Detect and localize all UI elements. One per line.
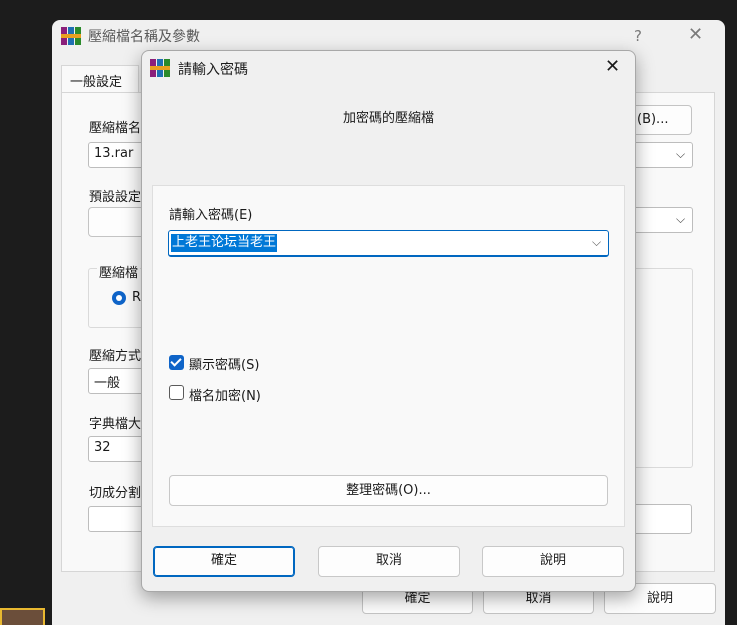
dialog-heading: 加密碼的壓縮檔 [342, 111, 434, 126]
format-rar-radio[interactable] [112, 291, 126, 305]
format-rar-label: R [132, 290, 142, 305]
dict-size-label: 字典檔大 [89, 417, 142, 432]
close-icon[interactable]: ✕ [605, 56, 620, 77]
format-group-label: 壓縮檔 [97, 262, 141, 281]
winrar-dialog-icon [150, 59, 170, 77]
archive-name-value: 13.rar [94, 146, 134, 161]
encrypt-filenames-checkbox[interactable] [169, 385, 184, 400]
show-password-label: 顯示密碼(S) [189, 358, 260, 373]
thumbnail-preview [0, 608, 45, 625]
password-value: 上老王论坛当老王 [171, 234, 278, 252]
organize-passwords-button[interactable]: 整理密碼(O)... [169, 475, 608, 506]
dialog-title: 請輸入密碼 [178, 62, 248, 78]
method-label: 壓縮方式 [89, 349, 142, 364]
winrar-app-icon [61, 27, 81, 45]
archive-name-dropdown-icon[interactable]: ⌵ [676, 147, 685, 162]
chevron-down-icon[interactable]: ⌵ [592, 235, 601, 250]
encrypt-filenames-label: 檔名加密(N) [189, 389, 261, 404]
password-label: 請輸入密碼(E) [169, 208, 253, 223]
ok-button[interactable]: 確定 [153, 546, 295, 577]
profile-label: 預設設定 [89, 190, 142, 205]
split-label: 切成分割 [89, 486, 142, 501]
show-password-checkbox[interactable] [169, 355, 184, 370]
help-button[interactable]: 說明 [482, 546, 624, 577]
cancel-button[interactable]: 取消 [318, 546, 460, 577]
tab-general[interactable]: 一般設定 [61, 65, 139, 93]
bg-window-title: 壓縮檔名稱及參數 [88, 29, 200, 45]
update-mode-dropdown-icon[interactable]: ⌵ [676, 212, 685, 227]
bg-close-icon[interactable]: ✕ [688, 24, 703, 45]
archive-name-label: 壓縮檔名 [89, 121, 142, 136]
help-icon[interactable]: ? [634, 27, 642, 45]
